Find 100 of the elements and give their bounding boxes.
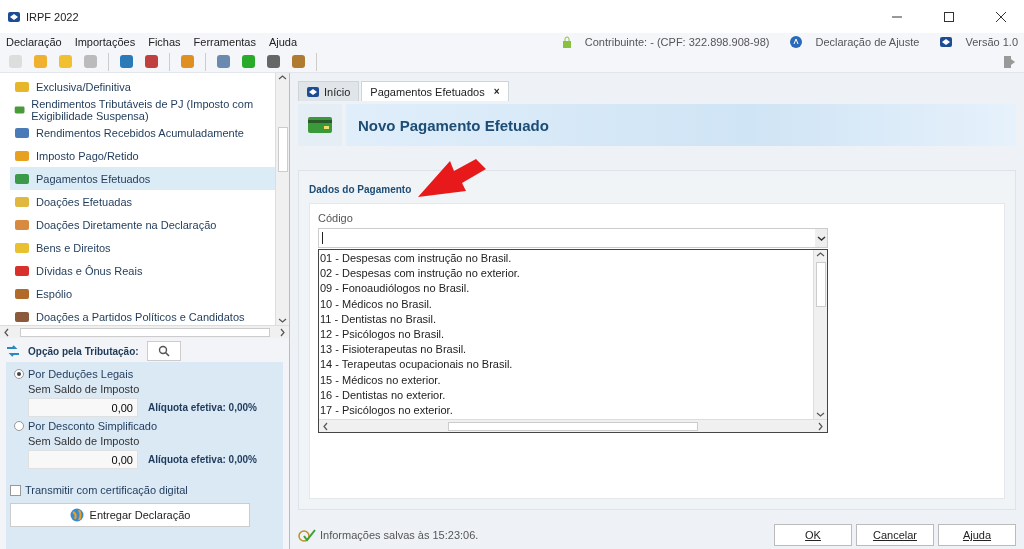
- amount-field[interactable]: 0,00: [28, 450, 138, 469]
- sidebar-item[interactable]: Doações Diretamente na Declaração: [10, 213, 275, 236]
- radio-label: Por Desconto Simplificado: [28, 420, 157, 432]
- version-label: Versão 1.0: [965, 36, 1018, 48]
- dropdown-option[interactable]: 02 - Despesas com instrução no exterior.: [320, 266, 813, 282]
- balance-label: Sem Saldo de Imposto: [28, 435, 141, 447]
- scrollbar-thumb[interactable]: [277, 126, 288, 172]
- taxpayer-info: Contribuinte: - (CPF: 322.898.908-98): [584, 36, 770, 48]
- sidebar-item-label: Doações Efetuadas: [36, 195, 132, 208]
- search-icon: [157, 345, 170, 357]
- radio-option[interactable]: Por Desconto Simplificado: [14, 420, 273, 432]
- checkbox[interactable]: [10, 484, 21, 496]
- dropdown-option[interactable]: 16 - Dentistas no exterior.: [320, 387, 813, 403]
- radio-option[interactable]: Por Deduções Legais: [14, 368, 273, 380]
- tab[interactable]: Início: [298, 81, 360, 101]
- scroll-left-icon[interactable]: [321, 421, 330, 431]
- menu-item[interactable]: Ajuda: [268, 36, 298, 48]
- dropdown-option[interactable]: 09 - Fonoaudiólogos no Brasil.: [320, 281, 813, 297]
- sidebar-item-icon: [14, 125, 30, 140]
- dialog-button[interactable]: Ajuda: [938, 524, 1016, 546]
- sidebar-item[interactable]: Bens e Direitos: [10, 236, 275, 259]
- sidebar-item-label: Bens e Direitos: [36, 241, 111, 254]
- sidebar-item-icon: [14, 217, 30, 232]
- sidebar-item-icon: [14, 79, 30, 94]
- sidebar-item[interactable]: Rendimentos Recebidos Acumuladamente: [10, 121, 275, 144]
- declaration-type: Declaração de Ajuste: [815, 36, 920, 48]
- app-logo-icon: [307, 86, 319, 97]
- app-logo-icon: [8, 11, 20, 22]
- menu-item[interactable]: Fichas: [148, 36, 181, 48]
- dropdown-option[interactable]: 12 - Psicólogos no Brasil.: [320, 326, 813, 343]
- toolbar-icon[interactable]: [144, 54, 159, 69]
- dropdown-option[interactable]: 01 - Despesas com instrução no Brasil.: [320, 251, 813, 267]
- toolbar-icon[interactable]: [216, 54, 231, 69]
- sidebar-item[interactable]: Imposto Pago/Retido: [10, 144, 275, 167]
- dropdown-option[interactable]: 10 - Médicos no Brasil.: [320, 296, 813, 312]
- rate-label: Alíquota efetiva: 0,00%: [148, 402, 257, 413]
- scroll-down-icon[interactable]: [278, 316, 287, 325]
- sidebar-item[interactable]: Doações Efetuadas: [10, 190, 275, 213]
- menu-item[interactable]: Importações: [74, 36, 136, 48]
- balance-label: Sem Saldo de Imposto: [28, 383, 141, 395]
- horizontal-scrollbar[interactable]: [319, 419, 827, 432]
- tab-close[interactable]: ×: [493, 86, 500, 97]
- sidebar-item[interactable]: Rendimentos Tributáveis de PJ (Imposto com Exigibilidade Suspensa): [10, 98, 275, 121]
- scroll-up-icon[interactable]: [278, 73, 287, 82]
- submit-button[interactable]: Entregar Declaração: [10, 503, 250, 527]
- sidebar-item-icon: [14, 240, 30, 255]
- exit-icon[interactable]: [1004, 54, 1016, 69]
- toolbar-icon[interactable]: [180, 54, 195, 69]
- status-text: Informações salvas às 15:23:06.: [320, 529, 480, 541]
- scroll-up-icon[interactable]: [816, 250, 825, 259]
- amount-field[interactable]: 0,00: [28, 398, 138, 417]
- dropdown-option[interactable]: 15 - Médicos no exterior.: [320, 372, 813, 388]
- section-title: Opção pela Tributação:: [28, 345, 139, 357]
- scroll-right-icon[interactable]: [278, 327, 287, 337]
- window-title: IRPF 2022: [26, 10, 80, 23]
- scrollbar-thumb[interactable]: [815, 262, 826, 307]
- toolbar-icon[interactable]: [241, 54, 256, 69]
- dialog-button[interactable]: OK: [774, 524, 852, 546]
- saved-check-icon: [298, 528, 316, 542]
- search-button[interactable]: [146, 341, 181, 361]
- radio-button[interactable]: [14, 421, 24, 431]
- toolbar-icon[interactable]: [291, 54, 306, 69]
- sidebar-item-label: Pagamentos Efetuados: [36, 172, 151, 185]
- section-title: Dados do Pagamento: [309, 184, 413, 195]
- credit-card-icon: [308, 117, 332, 133]
- sidebar-item[interactable]: Espólio: [10, 282, 275, 305]
- globe-icon: [69, 508, 84, 522]
- dropdown-option[interactable]: 11 - Dentistas no Brasil.: [320, 311, 813, 327]
- dialog-button[interactable]: Cancelar: [856, 524, 934, 546]
- horizontal-scrollbar[interactable]: [0, 325, 289, 338]
- sidebar-item[interactable]: Doações a Partidos Políticos e Candidatos: [10, 305, 275, 325]
- dropdown-option[interactable]: 17 - Psicólogos no exterior.: [320, 402, 813, 419]
- scroll-left-icon[interactable]: [2, 327, 11, 337]
- sidebar-item[interactable]: Exclusiva/Definitiva: [10, 75, 275, 98]
- dropdown-option[interactable]: 13 - Fisioterapeutas no Brasil.: [320, 342, 813, 358]
- sidebar-item[interactable]: Pagamentos Efetuados: [10, 167, 275, 190]
- toolbar-icon[interactable]: [119, 54, 134, 69]
- sidebar-item-label: Rendimentos Recebidos Acumuladamente: [36, 126, 244, 139]
- scroll-right-icon[interactable]: [816, 421, 825, 431]
- dropdown-caret-icon: [816, 233, 826, 243]
- certificate-checkbox[interactable]: Transmitir com certificação digital: [10, 484, 273, 496]
- menu-item[interactable]: Ferramentas: [193, 36, 256, 48]
- menu-item[interactable]: Declaração: [6, 36, 62, 48]
- toolbar-icon[interactable]: [266, 54, 281, 69]
- field-label: Código: [318, 212, 354, 224]
- sidebar-item-icon: [14, 194, 30, 209]
- vertical-scrollbar[interactable]: [275, 73, 289, 325]
- dropdown-option[interactable]: 14 - Terapeutas ocupacionais no Brasil.: [320, 357, 813, 373]
- sidebar-item-icon: [14, 171, 30, 186]
- radio-label: Por Deduções Legais: [28, 368, 134, 380]
- scroll-down-icon[interactable]: [816, 410, 825, 419]
- vertical-scrollbar[interactable]: [813, 250, 827, 419]
- radio-button[interactable]: [14, 369, 24, 379]
- sidebar-item-label: Exclusiva/Definitiva: [36, 80, 131, 93]
- sidebar-item-icon: [14, 148, 30, 163]
- checkbox-label: Transmitir com certificação digital: [25, 484, 188, 496]
- tab[interactable]: Pagamentos Efetuados ×: [361, 81, 509, 101]
- sidebar-item[interactable]: Dívidas e Ônus Reais: [10, 259, 275, 282]
- rate-label: Alíquota efetiva: 0,00%: [148, 454, 257, 465]
- sidebar-item-icon: [14, 286, 30, 301]
